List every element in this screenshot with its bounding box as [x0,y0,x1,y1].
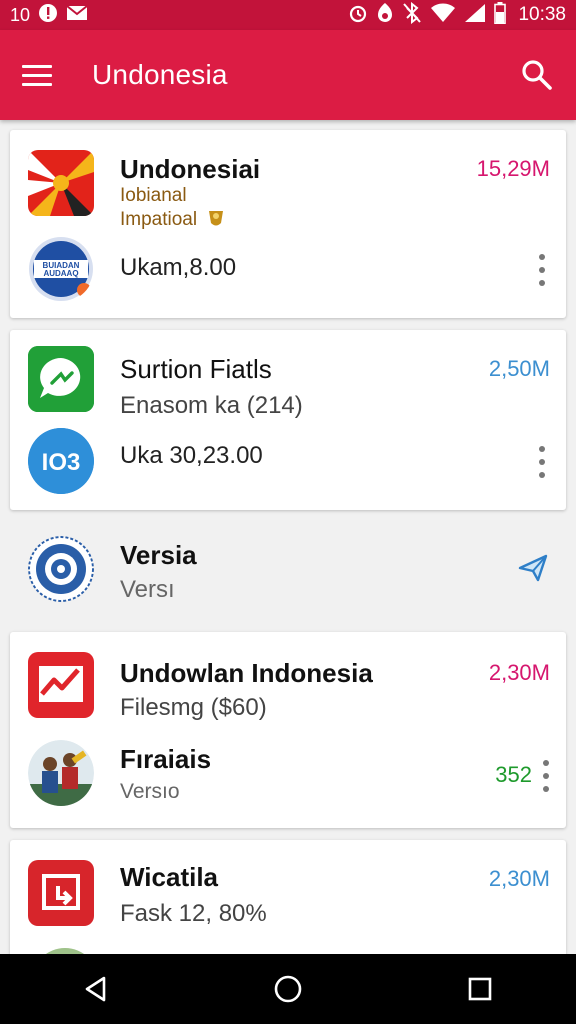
gold-badge-icon [206,208,226,235]
list-item[interactable]: Wicatila Fask 12, 80% 2,30M [10,840,566,954]
status-bar-left: 10 [10,3,88,27]
item-subtitle-2: Impatioal [120,209,198,230]
app-list: Undonesiai Iobianal Impatioal 15,29M BUI… [0,120,576,954]
list-item[interactable]: Undowlan Indonesia Filesmg ($60) 2,30M F… [10,632,566,828]
item-title-secondary: Fıraiais [120,744,212,774]
seal-icon [28,536,94,602]
status-bar-right: 10:38 [348,1,566,28]
app-bar: Undonesia [0,30,576,120]
mail-icon [66,4,88,26]
item-title: Undowlan Indonesia [120,658,373,688]
status-bar: 10 10:38 [0,0,576,30]
item-subtitle-secondary: Versıo [120,780,180,803]
item-title: Surtion Fiatls [120,354,272,384]
wifi-icon [430,3,456,27]
item-size: 15,29M [476,156,550,181]
io-badge-text: IO3 [42,449,81,476]
hamburger-icon[interactable] [22,55,62,95]
chart-app-icon [28,652,94,718]
navigation-bar [0,954,576,1024]
people-photo-icon [28,740,94,806]
clock: 10:38 [518,4,566,25]
search-icon[interactable] [520,58,554,92]
item-subtitle-1: Iobianal [120,185,187,206]
item-title: Undonesiai [120,154,261,184]
item-title: Wicatila [120,862,219,892]
flag-app-icon [28,150,94,216]
item-count: 352 [495,762,532,787]
page-title: Undonesia [92,59,228,90]
notification-count: 10 [10,4,31,25]
svg-text:AUDAAQ: AUDAAQ [43,269,78,278]
home-icon[interactable] [263,964,313,1014]
emblem-icon: BUIADAN AUDAAQ [28,236,94,302]
more-options-icon[interactable] [538,254,546,286]
share-icon[interactable] [516,550,550,584]
battery-icon [494,2,507,28]
item-subtitle: Fask 12, 80% [120,900,267,927]
data-saver-icon [376,2,394,28]
recents-icon[interactable] [455,964,505,1014]
alarm-icon [348,3,368,27]
item-subtitle: Versı [120,576,175,603]
back-icon[interactable] [71,964,121,1014]
download-app-icon [28,860,94,926]
item-size: 2,50M [488,356,550,381]
item-subtitle: Enasom ka (214) [120,392,303,419]
alert-icon [38,3,58,27]
list-item[interactable]: Versia Versı [10,520,566,624]
item-price: Ukam,8.00 [120,254,237,281]
io-badge-icon: IO3 [28,428,94,494]
chat-app-icon [28,346,94,412]
signal-icon [464,3,486,27]
list-item[interactable]: Surtion Fiatls Enasom ka (214) 2,50M IO3… [10,330,566,510]
item-subtitle: Filesmg ($60) [120,694,267,721]
bluetooth-off-icon [402,1,422,28]
item-price: Uka 30,23.00 [120,442,263,469]
list-item[interactable]: Undonesiai Iobianal Impatioal 15,29M BUI… [10,130,566,318]
more-options-icon[interactable] [542,760,550,792]
item-size: 2,30M [488,866,550,891]
more-options-icon[interactable] [538,446,546,478]
item-title: Versia [120,540,197,570]
item-size: 2,30M [488,660,550,685]
